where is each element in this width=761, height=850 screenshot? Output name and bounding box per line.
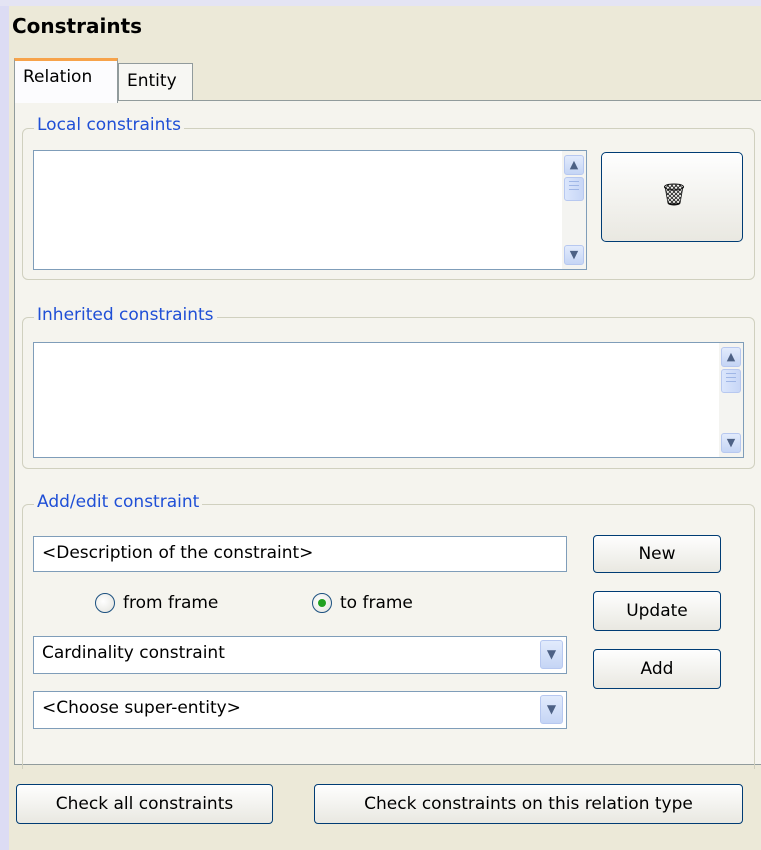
constraint-type-select[interactable]: Cardinality constraint ▼ — [33, 636, 567, 674]
window-edge — [0, 0, 9, 850]
add-button[interactable]: Add — [593, 649, 721, 689]
check-all-constraints-button[interactable]: Check all constraints — [16, 784, 273, 824]
new-button[interactable]: New — [593, 535, 721, 573]
local-constraints-list[interactable]: ▲ ▼ — [33, 150, 587, 270]
scroll-up-icon[interactable]: ▲ — [564, 155, 584, 175]
scroll-thumb[interactable] — [721, 369, 741, 393]
to-frame-radio[interactable] — [312, 593, 332, 613]
super-entity-select[interactable]: <Choose super-entity> ▼ — [33, 691, 567, 729]
window-top-edge — [0, 0, 761, 6]
inherited-constraints-legend: Inherited constraints — [34, 305, 217, 325]
scroll-down-icon[interactable]: ▼ — [721, 433, 741, 453]
constraint-description-input[interactable]: <Description of the constraint> — [33, 536, 567, 572]
check-relation-constraints-button[interactable]: Check constraints on this relation type — [314, 784, 743, 824]
constraint-type-value: Cardinality constraint — [42, 643, 225, 663]
to-frame-label[interactable]: to frame — [340, 593, 413, 613]
local-constraints-scrollbar[interactable]: ▲ ▼ — [562, 151, 586, 269]
chevron-down-icon[interactable]: ▼ — [540, 640, 563, 669]
from-frame-radio[interactable] — [95, 593, 115, 613]
add-edit-constraint-legend: Add/edit constraint — [34, 492, 203, 512]
from-frame-label[interactable]: from frame — [123, 593, 218, 613]
tab-relation-label: Relation — [23, 67, 93, 87]
tab-entity-label: Entity — [127, 71, 177, 91]
inherited-constraints-scrollbar[interactable]: ▲ ▼ — [719, 343, 743, 457]
chevron-down-icon[interactable]: ▼ — [540, 695, 563, 724]
scroll-down-icon[interactable]: ▼ — [564, 245, 584, 265]
tab-relation[interactable]: Relation — [14, 58, 118, 103]
super-entity-value: <Choose super-entity> — [42, 698, 241, 718]
scroll-thumb[interactable] — [564, 177, 584, 201]
update-button[interactable]: Update — [593, 591, 721, 631]
tab-entity[interactable]: Entity — [118, 63, 193, 100]
local-constraints-legend: Local constraints — [34, 115, 184, 135]
scroll-up-icon[interactable]: ▲ — [721, 347, 741, 367]
inherited-constraints-list[interactable]: ▲ ▼ — [33, 342, 744, 458]
delete-constraint-button[interactable]: 🗑 — [601, 152, 743, 242]
trash-icon: 🗑 — [660, 183, 688, 208]
panel-title: Constraints — [12, 14, 143, 38]
